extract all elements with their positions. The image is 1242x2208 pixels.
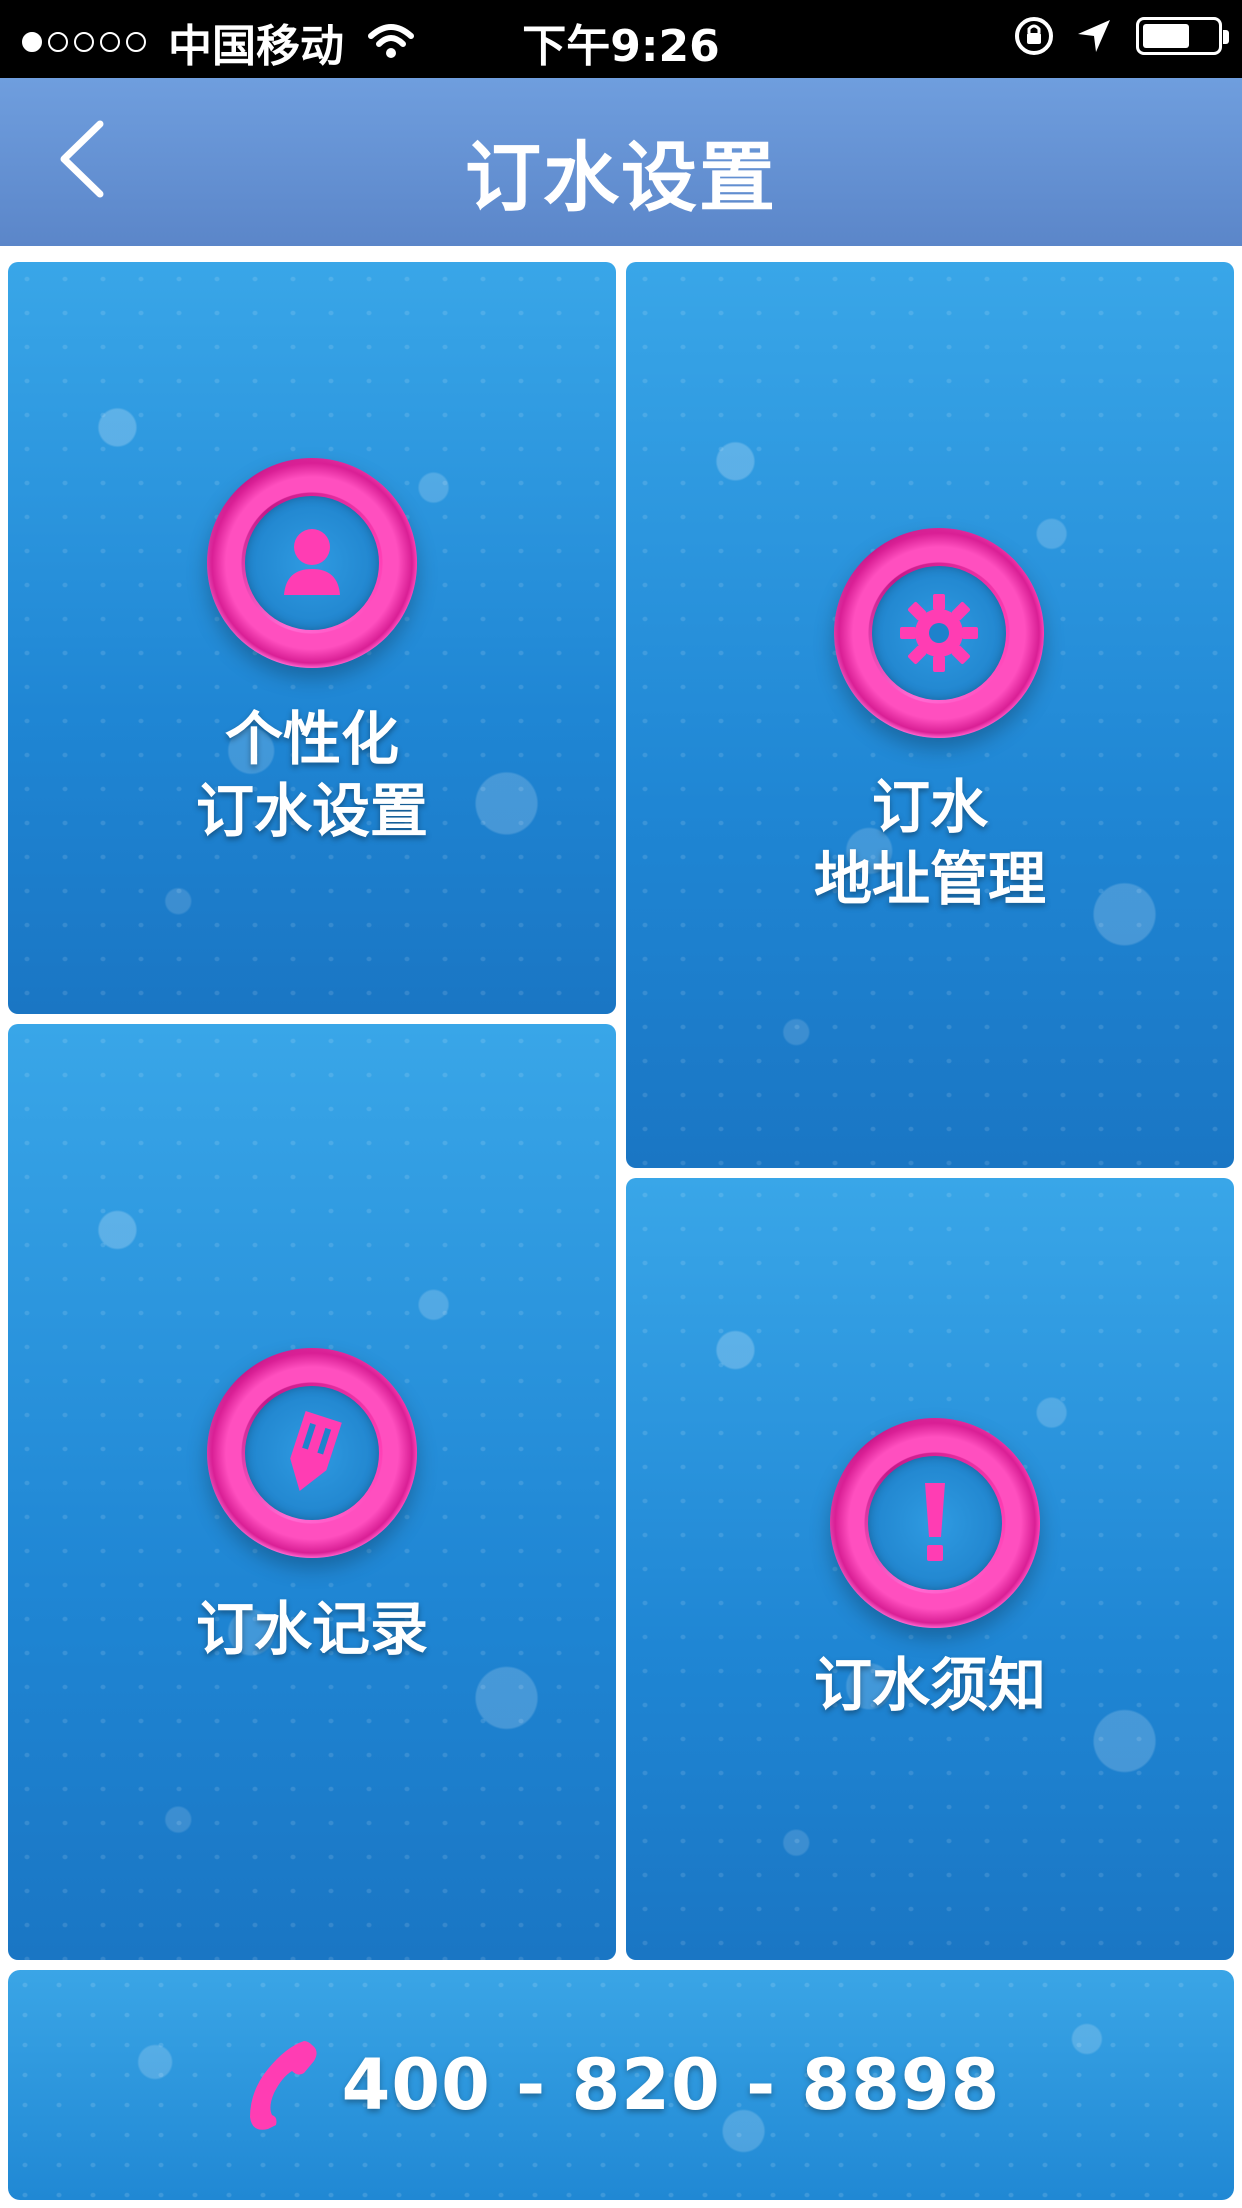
ring-badge (834, 528, 1044, 738)
tile-label-line2: 订水设置 (195, 777, 428, 845)
nav-bar: 订水设置 (0, 78, 1242, 246)
status-bar: 中国移动 下午9:26 (0, 0, 1242, 78)
tile-label-line1: 订水 (871, 773, 988, 841)
tile-order-notice[interactable]: 订水须知 (626, 1178, 1234, 1960)
tile-label-line1: 个性化 (224, 705, 399, 773)
phone-icon (249, 2041, 317, 2130)
tile-personalized-settings[interactable]: 个性化 订水设置 (8, 262, 616, 1014)
tile-label-line2: 地址管理 (813, 845, 1046, 913)
rotation-lock-icon (1015, 17, 1053, 55)
exclamation-icon (925, 1483, 945, 1561)
page-title: 订水设置 (465, 133, 777, 222)
phone-number[interactable]: 400 - 820 - 8898 (342, 2044, 1001, 2126)
ring-badge (830, 1418, 1040, 1628)
tile-label: 订水记录 (195, 1595, 428, 1663)
tile-address-management[interactable]: 订水 地址管理 (626, 262, 1234, 1168)
pencil-icon (290, 1410, 342, 1492)
location-arrow-icon (1078, 20, 1110, 52)
battery-icon (1136, 17, 1229, 55)
ring-badge (207, 1348, 417, 1558)
phone-hotline[interactable]: 400 - 820 - 8898 (8, 1970, 1234, 2200)
tile-label: 订水须知 (813, 1651, 1046, 1719)
gear-icon (900, 594, 978, 672)
status-right (994, 14, 1229, 58)
tile-order-records[interactable]: 订水记录 (8, 1024, 616, 1960)
ring-badge (207, 458, 417, 668)
person-icon (284, 529, 340, 595)
